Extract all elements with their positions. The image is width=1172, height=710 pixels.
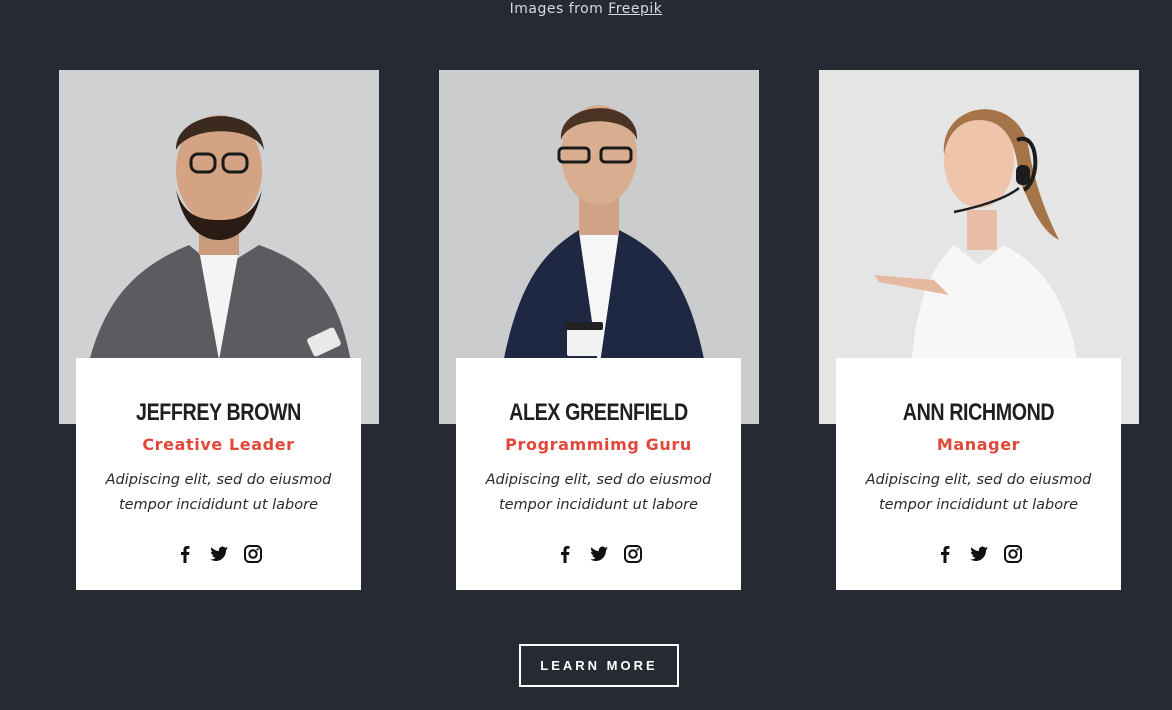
- instagram-icon[interactable]: [623, 544, 643, 564]
- facebook-icon[interactable]: [555, 544, 575, 564]
- twitter-icon[interactable]: [969, 544, 989, 564]
- member-role: Manager: [936, 435, 1021, 454]
- twitter-icon[interactable]: [209, 544, 229, 564]
- team-member-card: Jeffrey Brown Creative Leader Adipiscing…: [59, 70, 379, 590]
- team-member-card: Alex Greenfield Programmimg Guru Adipisc…: [439, 70, 759, 590]
- member-info-card: Ann Richmond Manager Adipiscing elit, se…: [836, 358, 1121, 590]
- member-name: Ann Richmond: [902, 399, 1055, 426]
- instagram-icon[interactable]: [1003, 544, 1023, 564]
- member-role: Creative Leader: [142, 435, 295, 454]
- member-description: Adipiscing elit, sed do eiusmod tempor i…: [105, 472, 332, 513]
- facebook-icon[interactable]: [175, 544, 195, 564]
- instagram-icon[interactable]: [243, 544, 263, 564]
- member-role: Programmimg Guru: [505, 435, 692, 454]
- social-links: [476, 544, 721, 564]
- member-description: Adipiscing elit, sed do eiusmod tempor i…: [485, 472, 712, 513]
- member-name: Alex Greenfield: [509, 399, 688, 426]
- learn-more-button[interactable]: Learn More: [519, 644, 679, 687]
- member-info-card: Jeffrey Brown Creative Leader Adipiscing…: [76, 358, 361, 590]
- social-links: [856, 544, 1101, 564]
- social-links: [96, 544, 341, 564]
- member-info-card: Alex Greenfield Programmimg Guru Adipisc…: [456, 358, 741, 590]
- member-name: Jeffrey Brown: [136, 399, 301, 426]
- facebook-icon[interactable]: [935, 544, 955, 564]
- team-member-card: Ann Richmond Manager Adipiscing elit, se…: [819, 70, 1139, 590]
- member-description: Adipiscing elit, sed do eiusmod tempor i…: [865, 472, 1092, 513]
- image-credit: Images from Freepik: [0, 0, 1172, 18]
- freepik-link[interactable]: Freepik: [608, 1, 662, 17]
- twitter-icon[interactable]: [589, 544, 609, 564]
- credit-prefix: Images from: [509, 1, 604, 17]
